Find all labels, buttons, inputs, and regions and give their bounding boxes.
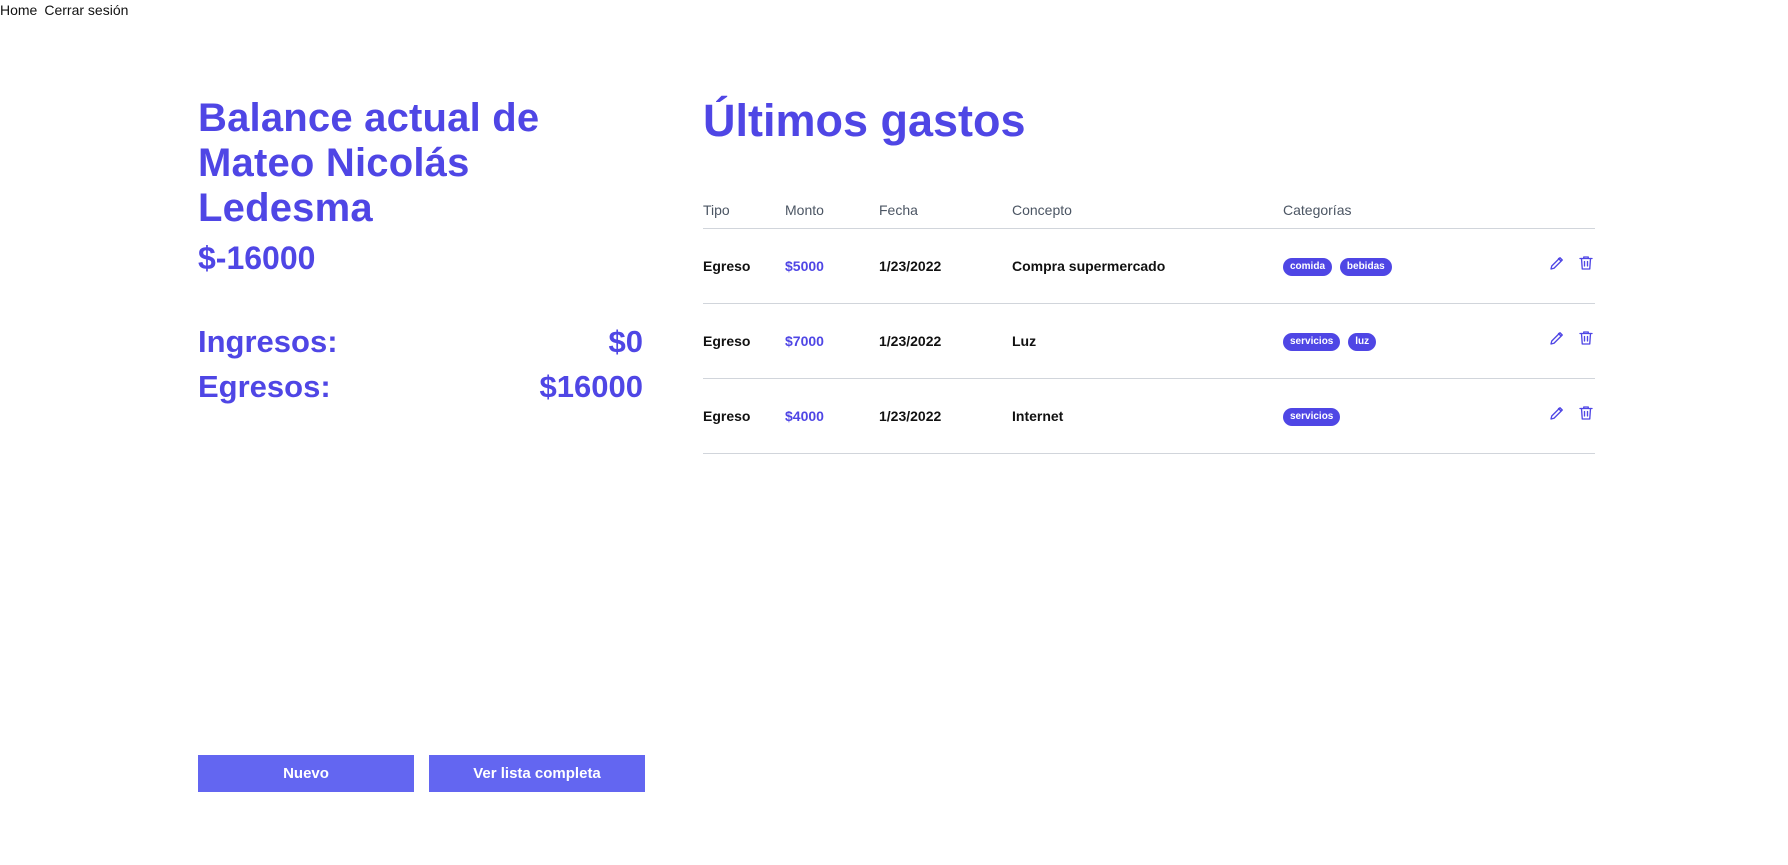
header-concepto: Concepto: [1012, 191, 1283, 229]
income-label: Ingresos:: [198, 324, 338, 359]
trash-icon[interactable]: [1577, 329, 1595, 347]
expense-date: 1/23/2022: [879, 378, 1012, 454]
expense-categories: comida bebidas: [1283, 228, 1533, 304]
expense-amount: $7000: [785, 303, 879, 379]
expense-type: Egreso: [703, 378, 785, 454]
category-tag: luz: [1348, 333, 1377, 351]
header-monto: Monto: [785, 191, 879, 229]
expense-date: 1/23/2022: [879, 228, 1012, 304]
action-buttons: Nuevo Ver lista completa: [198, 755, 645, 792]
home-link[interactable]: Home: [0, 2, 37, 18]
latest-expenses-title: Últimos gastos: [703, 95, 1026, 146]
row-actions: [1533, 228, 1595, 304]
expense-categories: servicios: [1283, 378, 1533, 454]
header-fecha: Fecha: [879, 191, 1012, 229]
expense-summary-row: Egresos: $16000: [198, 369, 643, 414]
pencil-icon[interactable]: [1548, 254, 1566, 272]
header-actions: [1533, 191, 1595, 229]
logout-link[interactable]: Cerrar sesión: [44, 2, 128, 18]
expense-value: $16000: [539, 369, 643, 404]
table-header-row: Tipo Monto Fecha Concepto Categorías: [703, 191, 1595, 229]
pencil-icon[interactable]: [1548, 329, 1566, 347]
row-actions: [1533, 378, 1595, 454]
expense-amount: $5000: [785, 228, 879, 304]
income-value: $0: [608, 324, 643, 359]
top-navigation: Home Cerrar sesión: [0, 2, 128, 18]
expense-categories: servicios luz: [1283, 303, 1533, 379]
expense-concept: Compra supermercado: [1012, 228, 1283, 304]
latest-expenses-panel: Últimos gastos Tipo Monto Fecha Concepto…: [703, 95, 1595, 454]
category-tag: servicios: [1283, 333, 1341, 351]
row-actions: [1533, 303, 1595, 379]
trash-icon[interactable]: [1577, 254, 1595, 272]
expense-label: Egresos:: [198, 369, 331, 404]
trash-icon[interactable]: [1577, 404, 1595, 422]
balance-panel: Balance actual de Mateo Nicolás Ledesma …: [198, 96, 645, 796]
expense-concept: Internet: [1012, 378, 1283, 454]
expenses-table-body: Egreso $5000 1/23/2022 Compra supermerca…: [703, 228, 1595, 454]
category-tag: comida: [1283, 258, 1333, 276]
header-categorias: Categorías: [1283, 191, 1533, 229]
balance-summary: Ingresos: $0 Egresos: $16000: [198, 324, 643, 414]
expenses-table-header: Tipo Monto Fecha Concepto Categorías: [703, 191, 1595, 229]
expense-concept: Luz: [1012, 303, 1283, 379]
header-tipo: Tipo: [703, 191, 785, 229]
expenses-table: Tipo Monto Fecha Concepto Categorías Egr…: [703, 191, 1595, 454]
expense-date: 1/23/2022: [879, 303, 1012, 379]
expense-type: Egreso: [703, 303, 785, 379]
view-full-list-button[interactable]: Ver lista completa: [429, 755, 645, 792]
current-balance: $-16000: [198, 240, 316, 276]
new-button[interactable]: Nuevo: [198, 755, 414, 792]
balance-title: Balance actual de Mateo Nicolás Ledesma: [198, 96, 540, 230]
expense-amount: $4000: [785, 378, 879, 454]
table-row: Egreso $5000 1/23/2022 Compra supermerca…: [703, 228, 1595, 304]
table-row: Egreso $7000 1/23/2022 Luz servicios luz: [703, 303, 1595, 379]
category-tag: bebidas: [1339, 258, 1392, 276]
category-tag: servicios: [1283, 408, 1341, 426]
table-row: Egreso $4000 1/23/2022 Internet servicio…: [703, 378, 1595, 454]
expense-type: Egreso: [703, 228, 785, 304]
income-summary-row: Ingresos: $0: [198, 324, 643, 369]
pencil-icon[interactable]: [1548, 404, 1566, 422]
